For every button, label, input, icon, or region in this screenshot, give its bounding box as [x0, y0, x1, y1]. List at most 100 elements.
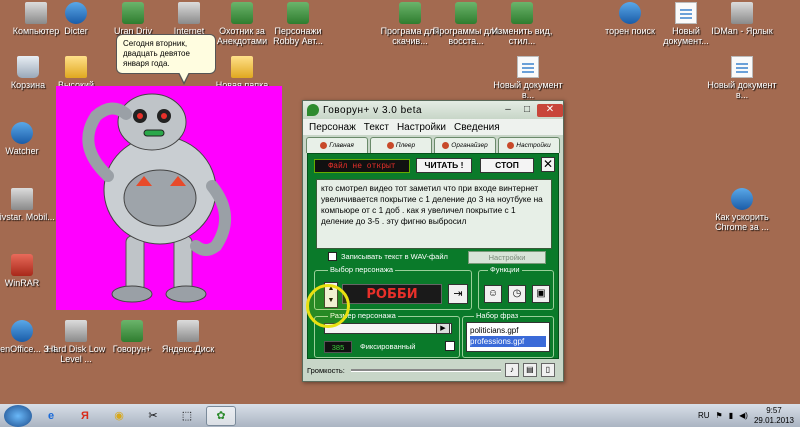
- desktop-icon-yandex-disk[interactable]: Яндекс.Диск: [152, 320, 224, 354]
- title-bar[interactable]: Говорун+ v 3.0 beta – □ ✕: [303, 101, 563, 119]
- size-slider-thumb[interactable]: ▶: [436, 323, 450, 334]
- desktop-icon-idman[interactable]: IDMan - Ярлык: [706, 2, 778, 36]
- volume-slider[interactable]: [350, 368, 501, 372]
- wav-settings-button[interactable]: Настройки: [468, 251, 546, 264]
- clock-button[interactable]: ◷: [508, 285, 526, 303]
- language-indicator[interactable]: RU: [698, 411, 710, 420]
- wav-option[interactable]: Записывать текст в WAV-файл: [328, 252, 448, 261]
- main-panel: Файл не открыт ЧИТАТЬ ! СТОП ✕ кто смотр…: [307, 153, 559, 359]
- desktop-icon-new-folder[interactable]: Новая папка: [206, 56, 278, 90]
- speaker-icon: ♪: [509, 365, 514, 374]
- winrar-icon: [11, 254, 33, 276]
- app-icon: [399, 2, 421, 24]
- harddisk-icon: [65, 320, 87, 342]
- smile-button[interactable]: ☺: [484, 285, 502, 303]
- trash-icon: [17, 56, 39, 78]
- clock-date: 29.01.2013: [753, 415, 794, 425]
- document-button[interactable]: ▤: [522, 363, 537, 377]
- tab-organizer[interactable]: Органайзер: [434, 137, 496, 153]
- app-icon: [287, 2, 309, 24]
- window-title: Говорун+ v 3.0 beta: [323, 104, 423, 116]
- taskbar-capture[interactable]: ⬚: [172, 406, 202, 426]
- kyivstar-icon: [11, 188, 33, 210]
- close-window-button[interactable]: ✕: [537, 103, 563, 117]
- document-icon: [731, 56, 753, 78]
- gallery-icon: ▣: [536, 288, 546, 299]
- govorun-window: Говорун+ v 3.0 beta – □ ✕ Персонаж Текст…: [302, 100, 564, 382]
- taskbar-govorun[interactable]: ✿: [206, 405, 236, 426]
- clock-time: 9:57: [766, 405, 782, 415]
- text-input[interactable]: кто смотрел видео тот заметил что при вх…: [316, 179, 552, 249]
- clock[interactable]: 9:57 29.01.2013: [754, 406, 794, 426]
- tab-bar: Главная Плеер Органайзер Настройки: [303, 137, 563, 153]
- yandex-disk-icon: [177, 320, 199, 342]
- menu-item-settings[interactable]: Настройки: [397, 122, 446, 133]
- folder-icon: [65, 56, 87, 78]
- pin-button[interactable]: ▯: [540, 363, 555, 377]
- maximize-button[interactable]: □: [518, 104, 536, 117]
- smile-icon: ☺: [487, 288, 499, 299]
- read-button[interactable]: ЧИТАТЬ !: [416, 158, 472, 173]
- desktop-icon-kyivstar[interactable]: Kyivstar. Mobil...: [0, 188, 58, 222]
- dicter-icon: [65, 2, 87, 24]
- watcher-icon: [11, 122, 33, 144]
- functions-group-label: Функции: [488, 265, 522, 274]
- desktop-icon-folder-high[interactable]: Высокий: [40, 56, 112, 90]
- robot-character-icon[interactable]: [56, 86, 282, 310]
- app-icon: [231, 2, 253, 24]
- taskbar-tool[interactable]: ✂: [138, 406, 168, 426]
- tab-main[interactable]: Главная: [306, 137, 368, 153]
- agent-stage: [56, 86, 282, 310]
- fixed-size-checkbox[interactable]: [445, 341, 455, 351]
- player-icon: [386, 142, 394, 149]
- download-icon: [178, 2, 200, 24]
- scissors-icon: ✂: [148, 410, 158, 422]
- desktop-icon-newdoc-2[interactable]: Новый документ в...: [492, 56, 564, 100]
- desktop-icon-robby[interactable]: Персонажи Robby Авт...: [262, 2, 334, 46]
- apply-character-button[interactable]: ⇥: [448, 284, 468, 304]
- desktop-icon-chrome-tips[interactable]: Как ускорить Chrome за ...: [706, 188, 778, 232]
- speaker-button[interactable]: ♪: [504, 363, 519, 377]
- clear-text-button[interactable]: ✕: [541, 157, 555, 172]
- govorun-icon: ✿: [216, 410, 226, 422]
- tab-player[interactable]: Плеер: [370, 137, 432, 153]
- desktop-icon-watcher[interactable]: Watcher: [0, 122, 58, 156]
- taskbar-chrome[interactable]: ◉: [104, 406, 134, 426]
- desktop-icon-style[interactable]: Изменить вид, стил...: [486, 2, 558, 46]
- phrase-item[interactable]: politicians.gpf: [470, 325, 546, 336]
- menu-item-text[interactable]: Текст: [364, 122, 389, 133]
- taskbar-yandex[interactable]: Я: [70, 406, 100, 426]
- taskbar-ie[interactable]: e: [36, 406, 66, 426]
- pin-icon: ▯: [545, 365, 551, 374]
- character-name: РОББИ: [342, 284, 442, 304]
- tab-settings[interactable]: Настройки: [498, 137, 560, 153]
- uran-icon: [122, 2, 144, 24]
- desktop-icon-winrar[interactable]: WinRAR: [0, 254, 58, 288]
- ie-icon: [731, 188, 753, 210]
- minimize-button[interactable]: –: [499, 104, 517, 117]
- start-button[interactable]: [4, 404, 32, 427]
- menu-item-info[interactable]: Сведения: [454, 122, 500, 133]
- gallery-button[interactable]: ▣: [532, 285, 550, 303]
- volume-icon[interactable]: ◀): [739, 411, 748, 420]
- stop-button[interactable]: СТОП: [480, 158, 534, 173]
- flag-icon[interactable]: ⚑: [716, 411, 723, 420]
- home-icon: [320, 142, 328, 149]
- organizer-icon: [442, 142, 450, 149]
- desktop-icon-newdoc-3[interactable]: Новый документ в...: [706, 56, 778, 100]
- menu-item-character[interactable]: Персонаж: [309, 122, 356, 133]
- openoffice-icon: [11, 320, 33, 342]
- phrase-set-list[interactable]: politicians.gpf professions.gpf: [466, 322, 550, 352]
- document-icon: [675, 2, 697, 24]
- menu-bar: Персонаж Текст Настройки Сведения: [303, 119, 563, 135]
- folder-icon: [231, 56, 253, 78]
- taskbar: e Я ◉ ✂ ⬚ ✿ RU ⚑ ▮ ◀) 9:57 29.01.2013: [0, 404, 800, 427]
- network-icon[interactable]: ▮: [729, 411, 733, 420]
- cursor-highlight: [306, 284, 350, 328]
- volume-label: Громкость:: [307, 365, 345, 375]
- phrase-item-selected[interactable]: professions.gpf: [470, 336, 546, 347]
- size-slider[interactable]: [324, 323, 452, 334]
- app-icon: [511, 2, 533, 24]
- system-tray: RU ⚑ ▮ ◀) 9:57 29.01.2013: [698, 406, 800, 426]
- wav-checkbox[interactable]: [328, 252, 337, 261]
